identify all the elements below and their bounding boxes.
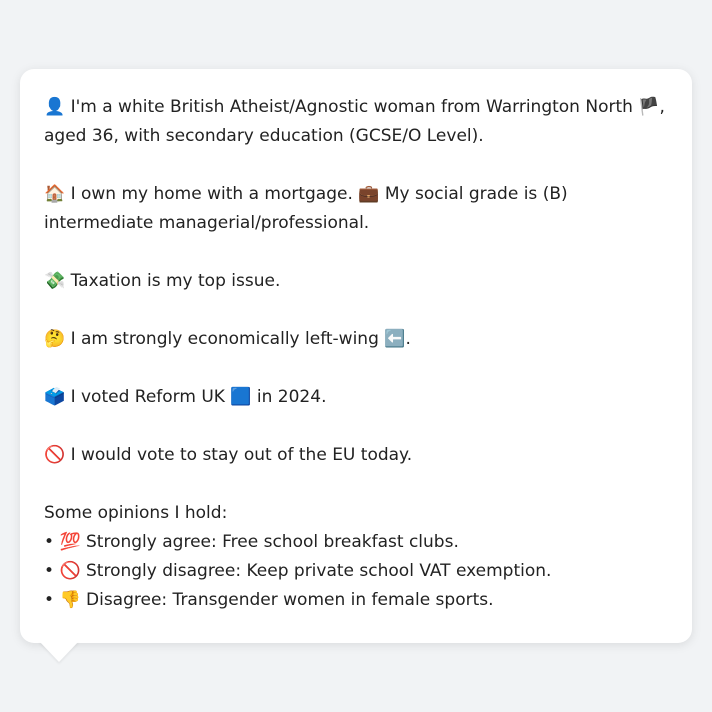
- bullet: •: [44, 532, 60, 552]
- vote-text-a: I voted Reform UK: [65, 387, 231, 407]
- issue-text: Taxation is my top issue.: [65, 271, 281, 291]
- ballot-box-icon: 🗳️: [44, 387, 66, 407]
- list-item: • 🚫 Strongly disagree: Keep private scho…: [44, 557, 668, 586]
- money-wings-icon: 💸: [44, 271, 66, 291]
- prohibited-icon: 🚫: [59, 561, 81, 581]
- person-icon: 👤: [44, 97, 66, 117]
- bullet: •: [44, 590, 60, 610]
- opinions-heading: Some opinions I hold:: [44, 503, 228, 523]
- eu-text: I would vote to stay out of the EU today…: [65, 445, 413, 465]
- vote-paragraph: 🗳️ I voted Reform UK 🟦 in 2024.: [44, 383, 668, 412]
- intro-paragraph: 👤 I'm a white British Atheist/Agnostic w…: [44, 93, 668, 151]
- economics-paragraph: 🤔 I am strongly economically left-wing ⬅…: [44, 325, 668, 354]
- england-flag-icon: 🏴: [638, 97, 660, 117]
- left-arrow-icon: ⬅️: [384, 329, 406, 349]
- vote-text-b: in 2024.: [251, 387, 327, 407]
- hundred-points-icon: 💯: [59, 532, 81, 552]
- economics-text: I am strongly economically left-wing: [65, 329, 385, 349]
- intro-text-a: I'm a white British Atheist/Agnostic wom…: [65, 97, 639, 117]
- list-item: • 👎 Disagree: Transgender women in femal…: [44, 586, 668, 615]
- bubble-tail: [39, 641, 79, 662]
- list-item: • 💯 Strongly agree: Free school breakfas…: [44, 528, 668, 557]
- opinions-section: Some opinions I hold: • 💯 Strongly agree…: [44, 499, 668, 615]
- blue-square-icon: 🟦: [230, 387, 252, 407]
- home-paragraph: 🏠 I own my home with a mortgage. 💼 My so…: [44, 180, 668, 238]
- prohibited-icon: 🚫: [44, 445, 66, 465]
- issue-paragraph: 💸 Taxation is my top issue.: [44, 267, 668, 296]
- thumbs-down-icon: 👎: [59, 590, 81, 610]
- opinion-text: Strongly disagree: Keep private school V…: [80, 561, 552, 581]
- opinion-text: Disagree: Transgender women in female sp…: [80, 590, 494, 610]
- opinion-text: Strongly agree: Free school breakfast cl…: [80, 532, 459, 552]
- economics-end: .: [405, 329, 411, 349]
- briefcase-icon: 💼: [358, 184, 380, 204]
- persona-message-bubble: 👤 I'm a white British Atheist/Agnostic w…: [20, 69, 692, 643]
- thinking-face-icon: 🤔: [44, 329, 66, 349]
- bullet: •: [44, 561, 60, 581]
- house-icon: 🏠: [44, 184, 66, 204]
- eu-paragraph: 🚫 I would vote to stay out of the EU tod…: [44, 441, 668, 470]
- home-text-a: I own my home with a mortgage.: [65, 184, 359, 204]
